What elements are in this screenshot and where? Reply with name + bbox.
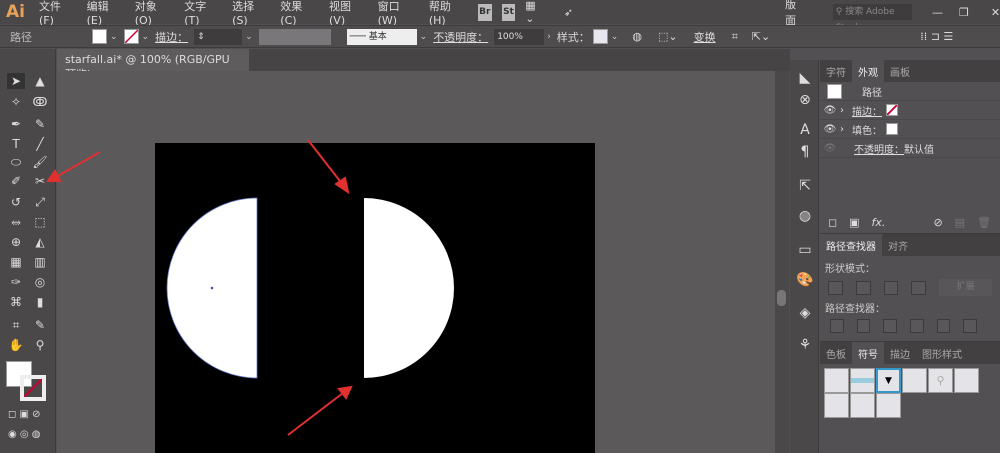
tab-stroke[interactable]: 描边 — [884, 342, 916, 364]
tab-appearance[interactable]: 外观 — [852, 60, 884, 82]
panel-icon-dock: ◣ ⊗ A ¶ ⇱ ◍ ▭ 🎨 ◈ ⚘ — [790, 60, 819, 453]
tab-graphic-styles[interactable]: 图形样式 — [916, 342, 968, 364]
character-styles-icon[interactable]: A — [795, 122, 815, 138]
add-fill-icon[interactable]: ▣ — [849, 216, 859, 229]
delete-icon: 🗑 — [977, 216, 992, 229]
pathfinder-panel: 路径查找器 对齐 形状模式： 扩展 路径查找器： — [820, 233, 1000, 341]
outline-icon[interactable] — [936, 319, 951, 333]
transparency-icon[interactable]: ◍ — [795, 208, 815, 224]
pathfinders-label: 路径查找器： — [825, 304, 885, 315]
appearance-footer: ◻ ▣ fx. ⊘ ▤ 🗑 — [828, 216, 998, 229]
clear-appearance-icon[interactable]: ⊘ — [933, 216, 942, 229]
arrow-top — [307, 139, 344, 186]
minus-back-icon[interactable] — [963, 319, 978, 333]
center-point — [210, 286, 214, 290]
arrow-bottom — [287, 392, 344, 436]
minus-front-icon[interactable] — [855, 280, 871, 295]
symbol-item[interactable] — [850, 368, 875, 393]
symbol-item[interactable] — [824, 368, 849, 393]
symbol-item[interactable] — [902, 368, 927, 393]
tab-pathfinder[interactable]: 路径查找器 — [820, 234, 882, 256]
tab-align[interactable]: 对齐 — [882, 234, 914, 256]
fill-row-label[interactable]: 填色： — [852, 122, 882, 137]
crop-icon[interactable] — [910, 319, 924, 333]
duplicate-icon: ▤ — [954, 216, 966, 229]
exclude-icon[interactable] — [911, 280, 927, 295]
eye-icon[interactable]: 👁 — [820, 105, 840, 116]
expand-icon[interactable]: › — [840, 105, 844, 116]
divide-icon[interactable] — [830, 319, 844, 333]
symbols-panel: 色板 符号 描边 图形样式 ▼ ⚲ — [820, 341, 1000, 453]
symbol-item[interactable] — [876, 393, 901, 418]
symbol-item[interactable]: ⚲ — [928, 368, 953, 393]
export-icon[interactable]: ⇱ — [795, 178, 815, 194]
paragraph-styles-icon[interactable]: ¶ — [795, 144, 815, 160]
fx-button[interactable]: fx. — [872, 216, 886, 229]
vertical-scrollbar[interactable] — [775, 71, 789, 453]
expand-icon[interactable]: › — [840, 124, 844, 135]
eye-icon[interactable]: 👁 — [820, 143, 840, 154]
merge-icon[interactable] — [883, 319, 898, 333]
links-icon[interactable]: ⊗ — [795, 92, 815, 108]
stroke-row-label[interactable]: 描边： — [852, 103, 882, 118]
layers-icon[interactable]: ◈ — [795, 305, 815, 321]
intersect-icon[interactable] — [883, 280, 899, 295]
right-half-circle[interactable] — [364, 198, 454, 378]
add-stroke-icon[interactable]: ◻ — [828, 216, 837, 229]
opacity-row-label[interactable]: 不透明度： — [854, 141, 904, 156]
path-thumbnail — [827, 83, 842, 99]
arrow-scissors — [55, 151, 101, 178]
tab-symbols[interactable]: 符号 — [852, 342, 884, 364]
symbol-item[interactable] — [850, 393, 875, 418]
asset-export-icon[interactable]: ⚘ — [795, 337, 815, 353]
appearance-title: 路径 — [862, 87, 882, 99]
scrollbar-thumb[interactable] — [777, 290, 786, 306]
opacity-value: 默认值 — [904, 144, 934, 156]
gradient-icon[interactable]: ▭ — [795, 242, 815, 258]
symbol-item[interactable]: ▼ — [876, 368, 901, 393]
eye-icon[interactable]: 👁 — [820, 124, 840, 135]
appearance-panel: 字符 外观 画板 路径 👁 › 描边： 👁 › 填色： 👁 不透明度： 默认值 ◻ ▣ fx. ⊘… — [820, 60, 1000, 232]
trim-icon[interactable] — [856, 319, 871, 333]
expand-button: 扩展 — [939, 279, 992, 296]
unite-icon[interactable] — [828, 280, 843, 295]
symbol-item[interactable] — [824, 393, 849, 418]
fill-swatch[interactable] — [886, 123, 898, 135]
symbol-item[interactable] — [954, 368, 979, 393]
stroke-swatch[interactable] — [886, 104, 898, 116]
color-palette-icon[interactable]: 🎨 — [795, 272, 815, 288]
shape-modes-label: 形状模式： — [825, 264, 875, 275]
tab-swatches[interactable]: 色板 — [820, 342, 852, 364]
tab-character[interactable]: 字符 — [820, 60, 852, 82]
gradient-panel-icon[interactable]: ◣ — [795, 70, 815, 86]
tab-artboards[interactable]: 画板 — [884, 60, 916, 82]
